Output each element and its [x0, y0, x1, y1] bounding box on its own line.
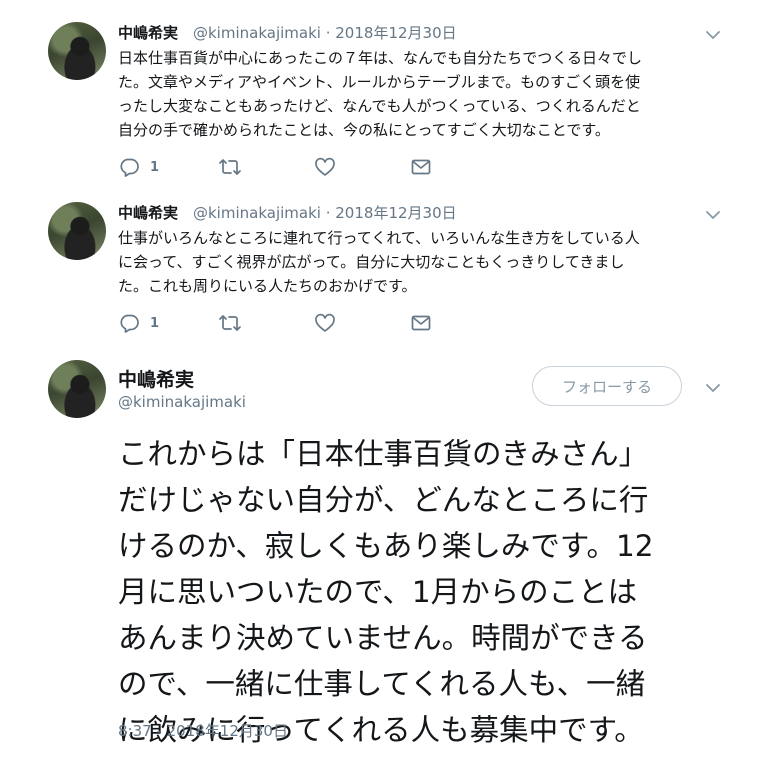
envelope-icon — [411, 315, 431, 331]
reply-icon — [120, 314, 139, 333]
author-name[interactable]: 中嶋希実 — [118, 202, 178, 223]
retweet-icon — [219, 159, 241, 175]
envelope-icon — [411, 159, 431, 175]
author-handle[interactable]: @kiminakajimaki — [193, 24, 321, 42]
like-button[interactable] — [314, 312, 336, 334]
tweet-line: ったし大変なこともあったけど、なんでも人がつくっている、つくれるんだと — [118, 97, 641, 115]
tweet-line: に会って、すごく視界が広がって。自分に大切なこともくっきりしてきまし — [118, 253, 625, 271]
tweet-line: た。文章やメディアやイベント、ルールからテーブルまで。ものすごく頭を使 — [118, 73, 641, 91]
avatar[interactable] — [48, 202, 106, 260]
follow-button[interactable]: フォローする — [532, 366, 682, 406]
tweet-line: 月に思いついたので、1月からのことは — [118, 575, 638, 609]
chevron-down-icon[interactable] — [704, 379, 722, 397]
author-name[interactable]: 中嶋希実 — [118, 365, 194, 392]
reply-button[interactable]: 1 — [118, 156, 159, 178]
chevron-down-icon[interactable] — [704, 206, 722, 224]
dm-button[interactable] — [410, 156, 432, 178]
tweet-line: 仕事がいろんなところに連れて行ってくれて、いろいんな生き方をしている人 — [118, 229, 640, 247]
reply-count: 1 — [150, 315, 160, 331]
retweet-button[interactable] — [218, 156, 242, 178]
retweet-icon — [219, 315, 241, 331]
tweet-line: あんまり決めていません。時間ができる — [118, 621, 648, 655]
tweet-timestamp[interactable]: 8:37 - 2018年12月30日 — [118, 720, 288, 741]
author-handle-and-date[interactable]: @kiminakajimaki · 2018年12月30日 — [193, 202, 457, 223]
avatar[interactable] — [48, 360, 106, 418]
dm-button[interactable] — [410, 312, 432, 334]
tweet-date[interactable]: 2018年12月30日 — [335, 24, 456, 42]
tweet-actions: 1 — [118, 156, 438, 178]
tweet-line: ので、一緒に仕事してくれる人も、一緒 — [118, 667, 646, 701]
author-handle-and-date[interactable]: @kiminakajimaki · 2018年12月30日 — [193, 22, 457, 43]
tweet-line: 日本仕事百貨が中心にあったこの７年は、なんでも自分たちでつくる日々でし — [118, 49, 642, 67]
author-handle[interactable]: @kiminakajimaki — [193, 204, 321, 222]
chevron-down-icon[interactable] — [704, 26, 722, 44]
author-handle[interactable]: @kiminakajimaki — [118, 393, 246, 411]
tweet-line: た。これも周りにいる人たちのおかげです。 — [118, 277, 417, 295]
heart-icon — [315, 313, 335, 332]
author-name[interactable]: 中嶋希実 — [118, 22, 178, 43]
reply-count: 1 — [150, 159, 160, 175]
reply-icon — [120, 158, 139, 177]
separator-dot: · — [320, 24, 336, 42]
tweet-date[interactable]: 2018年12月30日 — [335, 204, 456, 222]
tweet-text: これからは「日本仕事百貨のきみさん」 だけじゃない自分が、どんなところに行 ける… — [118, 431, 728, 753]
like-button[interactable] — [314, 156, 336, 178]
tweet-line: 自分の手で確かめられたことは、今の私にとってすごく大切なことです。 — [118, 121, 610, 139]
tweet-text: 仕事がいろんなところに連れて行ってくれて、いろいんな生き方をしている人 に会って… — [118, 226, 640, 298]
retweet-button[interactable] — [218, 312, 242, 334]
tweet-line: だけじゃない自分が、どんなところに行 — [118, 483, 649, 517]
tweet-line: これからは「日本仕事百貨のきみさん」 — [118, 437, 649, 471]
separator-dot: · — [320, 204, 336, 222]
avatar[interactable] — [48, 22, 106, 80]
tweet-actions: 1 — [118, 312, 438, 334]
heart-icon — [315, 157, 335, 176]
tweet-line: けるのか、寂しくもあり楽しみです。12 — [118, 529, 654, 563]
tweet-text: 日本仕事百貨が中心にあったこの７年は、なんでも自分たちでつくる日々でし た。文章… — [118, 46, 642, 142]
reply-button[interactable]: 1 — [118, 312, 159, 334]
